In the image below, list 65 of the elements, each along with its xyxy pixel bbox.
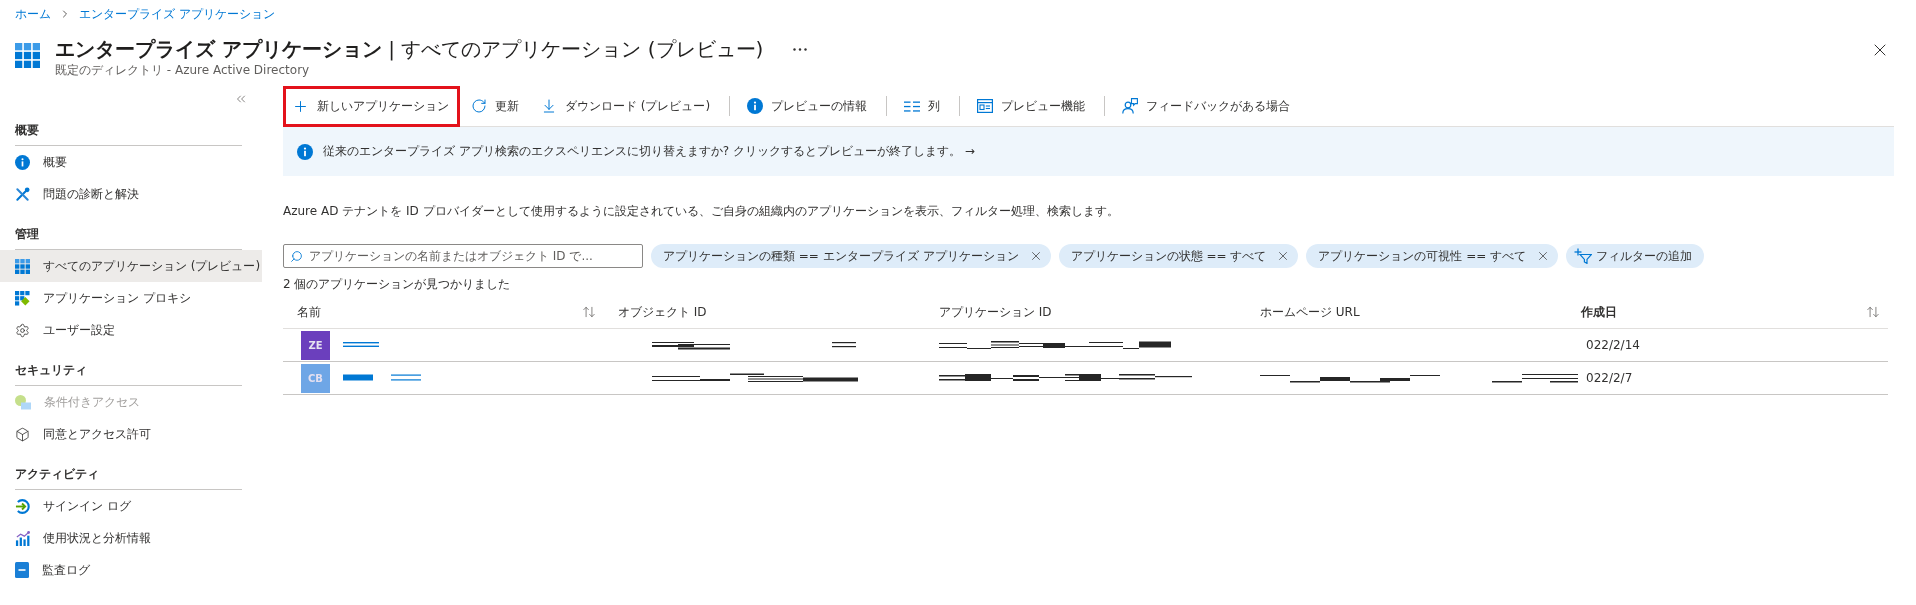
- book-icon: [15, 562, 29, 578]
- page-subtitle: 既定のディレクトリ - Azure Active Directory: [55, 62, 311, 78]
- sidebar-item[interactable]: 概要: [0, 146, 262, 178]
- more-icon[interactable]: [793, 47, 808, 51]
- sidebar-item[interactable]: 同意とアクセス許可: [0, 418, 262, 450]
- cube-icon: [15, 426, 30, 442]
- info-icon: [297, 143, 313, 160]
- table-cell: 022/2/14: [1586, 338, 1640, 352]
- column-header[interactable]: 名前: [297, 303, 321, 321]
- download-icon: [541, 98, 557, 114]
- breadcrumb-link[interactable]: エンタープライズ アプリケーション: [79, 4, 275, 24]
- search-field[interactable]: アプリケーションの名前またはオブジェクト ID で...: [283, 244, 643, 268]
- grid-diamond-icon: [15, 290, 30, 306]
- sidebar-item[interactable]: 問題の診断と解決: [0, 178, 262, 210]
- search-icon: [290, 249, 303, 263]
- table-cell: 022/2/7: [1586, 371, 1633, 385]
- grid-icon: [15, 43, 40, 68]
- filter-pill[interactable]: アプリケーションの状態 == すべて: [1058, 244, 1299, 268]
- circle-card-icon: [15, 394, 31, 410]
- column-header[interactable]: 作成日: [1581, 303, 1617, 321]
- filter-plus-icon: [1574, 248, 1593, 264]
- add-filter-button[interactable]: フィルターの追加: [1566, 244, 1705, 268]
- column-header: オブジェクト ID: [618, 303, 707, 321]
- grid-icon: [15, 258, 30, 274]
- sidebar-item[interactable]: ユーザー設定: [0, 314, 262, 346]
- toolbar-button[interactable]: 列: [895, 85, 952, 127]
- bar-chart-icon: [15, 530, 30, 546]
- sort-icon[interactable]: [582, 305, 596, 319]
- column-header: ホームページ URL: [1260, 303, 1360, 321]
- sign-in-icon: [15, 498, 30, 514]
- tools-icon: [15, 186, 30, 202]
- app-avatar: ZE: [301, 330, 330, 360]
- toolbar-button[interactable]: プレビュー機能: [968, 85, 1097, 127]
- refresh-icon: [471, 98, 487, 114]
- sidebar-item[interactable]: 監査ログ: [0, 554, 262, 586]
- breadcrumb-link[interactable]: ホーム: [15, 4, 51, 24]
- columns-icon: [904, 100, 921, 112]
- person-speech-icon: [1122, 98, 1139, 114]
- settings-icon: [15, 322, 30, 338]
- info-icon: [747, 98, 764, 114]
- sidebar-item[interactable]: サインイン ログ: [0, 490, 262, 522]
- page-title: エンタープライズ アプリケーション | すべてのアプリケーション (プレビュー): [55, 36, 764, 62]
- info-icon: [15, 154, 30, 170]
- sidebar-section-title: 概要: [15, 106, 242, 146]
- sort-icon[interactable]: [1866, 305, 1880, 319]
- filter-pill[interactable]: アプリケーションの種類 == エンタープライズ アプリケーション: [651, 244, 1051, 268]
- toolbar-button[interactable]: 新しいアプリケーション: [283, 85, 460, 127]
- toolbar-button[interactable]: ダウンロード (プレビュー): [532, 85, 722, 127]
- sidebar-section-title: アクティビティ: [15, 450, 242, 490]
- toolbar-button[interactable]: プレビューの情報: [738, 85, 879, 127]
- table-row[interactable]: CB 022/2/7: [283, 362, 1888, 395]
- column-header: アプリケーション ID: [939, 303, 1052, 321]
- sidebar-item[interactable]: アプリケーション プロキシ: [0, 282, 262, 314]
- banner-message[interactable]: 従来のエンタープライズ アプリ検索のエクスペリエンスに切り替えますか? クリックするとプレビューが終了します。 →: [323, 143, 975, 160]
- toolbar-button[interactable]: 更新: [462, 85, 530, 127]
- sidebar-item[interactable]: すべてのアプリケーション (プレビュー): [0, 250, 262, 282]
- sidebar-section-title: セキュリティ: [15, 346, 242, 386]
- result-count: 2 個のアプリケーションが見つかりました: [283, 276, 512, 292]
- table-row[interactable]: ZE 022/2/14: [283, 329, 1888, 362]
- app-avatar: CB: [301, 363, 330, 393]
- sidebar-item[interactable]: 使用状況と分析情報: [0, 522, 262, 554]
- toolbar-button[interactable]: フィードバックがある場合: [1113, 85, 1302, 127]
- filter-pill[interactable]: アプリケーションの可視性 == すべて: [1306, 244, 1559, 268]
- description-text: Azure AD テナントを ID プロバイダーとして使用するように設定されている、ご自身の組織内のアプリケーションを表示、フィルター処理、検索します。: [283, 203, 1120, 220]
- window-icon: [977, 99, 994, 113]
